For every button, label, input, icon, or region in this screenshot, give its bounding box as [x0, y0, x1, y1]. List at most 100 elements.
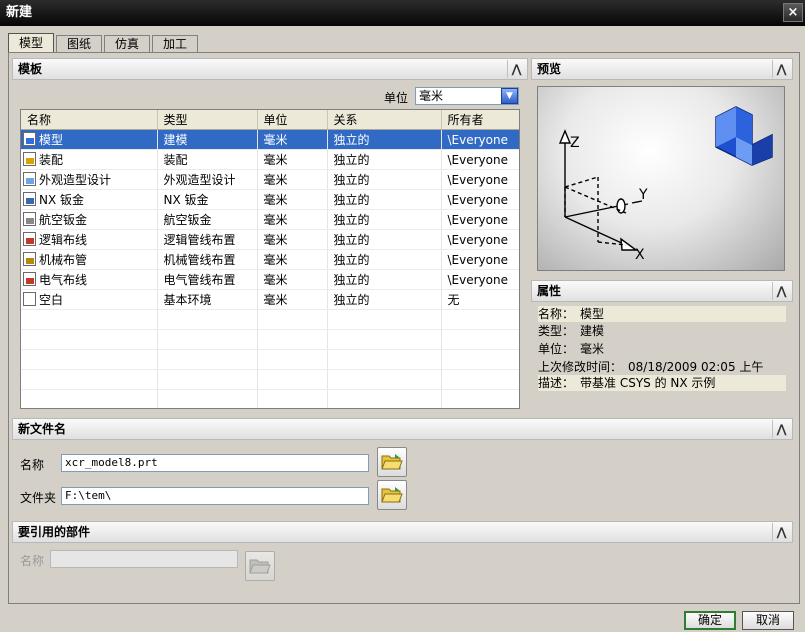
template-unit-cell: 毫米 — [257, 129, 328, 150]
aero-sheet-metal-template-icon — [23, 212, 36, 226]
template-name-text: NX 钣金 — [39, 193, 85, 207]
template-relation-cell: 独立的 — [327, 249, 442, 270]
property-description-row: 描述： 带基准 CSYS 的 NX 示例 — [538, 375, 786, 391]
folder-open-icon — [381, 487, 403, 503]
templates-section-header[interactable]: 模板 ⋀ — [12, 58, 528, 80]
table-row[interactable]: 外观造型设计 外观造型设计 毫米 独立的 \Everyone — [21, 169, 519, 190]
template-unit-cell: 毫米 — [257, 249, 328, 270]
preview-illustration: Z Y X — [558, 106, 773, 263]
template-unit-cell: 毫米 — [257, 229, 328, 250]
tab-manufacturing[interactable]: 加工 — [152, 35, 199, 53]
new-file-header-label: 新文件名 — [18, 422, 67, 436]
template-type-cell: 建模 — [157, 129, 258, 150]
collapse-preview-button[interactable]: ⋀ — [772, 60, 790, 78]
template-unit-cell: 毫米 — [257, 269, 328, 290]
template-owner-cell: \Everyone — [441, 269, 519, 290]
cancel-button[interactable]: 取消 — [742, 611, 794, 630]
table-row — [21, 329, 519, 350]
axis-y-label: Y — [638, 187, 648, 203]
preview-section-header[interactable]: 预览 ⋀ — [531, 58, 793, 80]
file-name-input[interactable]: xcr_model8.prt — [61, 454, 369, 472]
template-name-cell: 逻辑布线 — [21, 229, 158, 250]
properties-section-header[interactable]: 属性 ⋀ — [531, 280, 793, 302]
window-titlebar: 新建 × — [0, 0, 805, 26]
column-header-unit[interactable]: 单位 — [257, 110, 328, 130]
template-owner-cell: \Everyone — [441, 169, 519, 190]
property-unit-value: 毫米 — [580, 342, 605, 356]
property-type-row: 类型： 建模 — [538, 323, 604, 339]
chevron-up-icon: ⋀ — [776, 62, 787, 76]
property-type-value: 建模 — [580, 324, 605, 338]
unit-dropdown-value: 毫米 — [419, 89, 444, 103]
electrical-routing-template-icon — [23, 272, 36, 286]
model-3d-block-icon — [715, 106, 773, 166]
template-type-cell: 电气管线布置 — [157, 269, 258, 290]
template-name-cell: 空白 — [21, 289, 158, 310]
browse-folder-button[interactable] — [377, 480, 407, 510]
new-file-section-header[interactable]: 新文件名 ⋀ — [12, 418, 793, 440]
templates-table: 名称 类型 单位 关系 所有者 模型 建模 毫米 独立的 \Everyone 装配 装配 毫米… — [20, 109, 520, 409]
empty-cell — [257, 369, 328, 390]
chevron-up-icon: ⋀ — [776, 525, 787, 539]
window-title: 新建 — [6, 5, 33, 20]
template-relation-cell: 独立的 — [327, 129, 442, 150]
template-type-cell: 航空钣金 — [157, 209, 258, 230]
collapse-new-file-button[interactable]: ⋀ — [772, 420, 790, 438]
tab-strip: 模型 图纸 仿真 加工 — [8, 33, 200, 53]
table-row[interactable]: 逻辑布线 逻辑管线布置 毫米 独立的 \Everyone — [21, 229, 519, 250]
template-name-text: 航空钣金 — [39, 213, 88, 227]
table-row[interactable]: 装配 装配 毫米 独立的 \Everyone — [21, 149, 519, 170]
template-name-cell: 外观造型设计 — [21, 169, 158, 190]
folder-input[interactable]: F:\tem\ — [61, 487, 369, 505]
template-name-text: 机械布管 — [39, 253, 88, 267]
tab-simulation[interactable]: 仿真 — [104, 35, 151, 53]
template-preview: Z Y X — [537, 86, 785, 271]
empty-cell — [21, 309, 158, 330]
template-owner-cell: \Everyone — [441, 249, 519, 270]
template-unit-cell: 毫米 — [257, 169, 328, 190]
table-row[interactable]: NX 钣金 NX 钣金 毫米 独立的 \Everyone — [21, 189, 519, 210]
table-row — [21, 309, 519, 330]
template-name-cell: 模型 — [21, 129, 158, 150]
template-relation-cell: 独立的 — [327, 229, 442, 250]
template-type-cell: 基本环境 — [157, 289, 258, 310]
column-header-owner[interactable]: 所有者 — [441, 110, 519, 130]
unit-label: 单位 — [384, 91, 409, 105]
dropdown-arrow-icon[interactable]: ▼ — [501, 88, 518, 104]
empty-cell — [327, 349, 442, 370]
table-row[interactable]: 机械布管 机械管线布置 毫米 独立的 \Everyone — [21, 249, 519, 270]
template-type-cell: 装配 — [157, 149, 258, 170]
close-button[interactable]: × — [783, 3, 803, 22]
template-owner-cell: \Everyone — [441, 209, 519, 230]
property-type-label: 类型： — [538, 324, 575, 338]
logical-routing-template-icon — [23, 232, 36, 246]
referenced-part-section-header[interactable]: 要引用的部件 ⋀ — [12, 521, 793, 543]
template-relation-cell: 独立的 — [327, 209, 442, 230]
ok-button[interactable]: 确定 — [684, 611, 736, 630]
column-header-type[interactable]: 类型 — [157, 110, 258, 130]
column-header-name[interactable]: 名称 — [21, 110, 158, 130]
template-name-cell: NX 钣金 — [21, 189, 158, 210]
tab-drawing[interactable]: 图纸 — [56, 35, 103, 53]
browse-referenced-part-button[interactable] — [245, 551, 275, 581]
collapse-properties-button[interactable]: ⋀ — [772, 282, 790, 300]
chevron-up-icon: ⋀ — [511, 62, 522, 76]
templates-header-label: 模板 — [18, 62, 43, 76]
unit-dropdown[interactable]: 毫米 ▼ — [415, 87, 519, 105]
blank-template-icon — [23, 292, 36, 306]
referenced-name-input[interactable] — [50, 550, 238, 568]
empty-cell — [21, 329, 158, 350]
tab-model[interactable]: 模型 — [8, 33, 55, 53]
empty-cell — [157, 329, 258, 350]
table-row[interactable]: 模型 建模 毫米 独立的 \Everyone — [21, 129, 519, 150]
table-row[interactable]: 空白 基本环境 毫米 独立的无 — [21, 289, 519, 310]
column-header-relation[interactable]: 关系 — [327, 110, 442, 130]
table-row[interactable]: 电气布线 电气管线布置 毫米 独立的 \Everyone — [21, 269, 519, 290]
table-row[interactable]: 航空钣金 航空钣金 毫米 独立的 \Everyone — [21, 209, 519, 230]
template-relation-cell: 独立的 — [327, 149, 442, 170]
template-name-text: 装配 — [39, 153, 64, 167]
collapse-templates-button[interactable]: ⋀ — [507, 60, 525, 78]
collapse-referenced-part-button[interactable]: ⋀ — [772, 523, 790, 541]
browse-file-button[interactable] — [377, 447, 407, 477]
template-type-cell: 逻辑管线布置 — [157, 229, 258, 250]
